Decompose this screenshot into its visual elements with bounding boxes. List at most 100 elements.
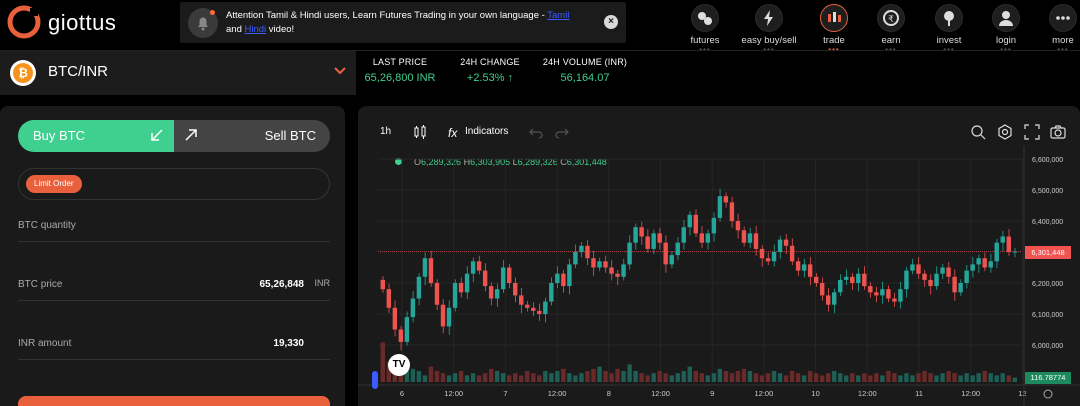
volume-bar — [940, 373, 945, 382]
volume-bar — [874, 373, 879, 382]
order-type-selector[interactable]: Limit Order — [18, 168, 330, 200]
announcement-text-part: Attention Tamil & Hindi users, Learn Fut… — [226, 10, 548, 21]
volume-bar — [651, 373, 656, 382]
stat-value: 56,164.07 — [560, 72, 610, 84]
volume-bar — [464, 375, 470, 382]
volume-bar — [771, 371, 777, 382]
candle-body — [747, 233, 753, 243]
candle-body — [807, 264, 813, 277]
volume-bar — [531, 373, 536, 382]
nav-invest[interactable]: invest ••• — [919, 0, 979, 54]
volume-bar — [711, 373, 717, 382]
volume-bar — [603, 371, 608, 382]
volume-bar — [705, 375, 711, 382]
candle-body — [573, 252, 578, 265]
candle-body — [1012, 251, 1017, 253]
candle-body — [603, 261, 608, 268]
candle-body — [862, 273, 867, 287]
buy-tab[interactable]: Buy BTC — [18, 120, 174, 152]
dots-icon — [1049, 4, 1077, 32]
candle-body — [585, 245, 590, 259]
hindi-video-link[interactable]: Hindi — [245, 24, 267, 35]
candle-body — [844, 276, 849, 280]
tamil-video-link[interactable]: Tamil — [547, 10, 569, 21]
btc-price-field[interactable]: BTC price 65,26,848 INR — [18, 271, 330, 301]
candle-body — [886, 289, 891, 299]
candle-body — [681, 227, 686, 243]
pair-name: BTC/INR — [48, 63, 108, 80]
volume-bar — [488, 368, 494, 382]
close-icon[interactable]: × — [604, 15, 618, 29]
limit-order-badge[interactable]: Limit Order — [26, 175, 82, 193]
volume-bar — [627, 364, 632, 382]
buy-label: Buy BTC — [33, 128, 86, 143]
candle-body — [464, 273, 470, 293]
stat-label: LAST PRICE — [372, 57, 428, 67]
volume-bar — [844, 375, 849, 382]
volume-bar — [639, 373, 644, 382]
nav-easy-buy-sell[interactable]: easy buy/sell ••• — [739, 0, 799, 54]
volume-bar — [561, 368, 566, 382]
volume-bar — [1000, 373, 1005, 382]
candle-body — [940, 267, 945, 274]
volume-bar — [506, 375, 512, 382]
candle-body — [543, 301, 548, 314]
submit-order-button[interactable] — [18, 396, 330, 406]
volume-bar — [952, 373, 957, 382]
x-tick-label: 10 — [811, 389, 819, 398]
tradingview-logo[interactable]: TV — [388, 354, 410, 376]
volume-bar — [789, 371, 795, 382]
nav-futures[interactable]: futures ••• — [675, 0, 735, 54]
volume-bar — [783, 375, 789, 382]
candle-body — [735, 221, 741, 231]
sell-tab[interactable]: Sell BTC — [265, 128, 316, 143]
candle-body — [633, 227, 638, 243]
candle-body — [880, 289, 885, 296]
nav-earn[interactable]: ₹ earn ••• — [861, 0, 921, 54]
btc-quantity-field[interactable]: BTC quantity — [18, 212, 330, 242]
volume-bar — [422, 375, 428, 382]
volume-bar — [519, 375, 524, 382]
volume-bar — [410, 368, 416, 382]
candle-body — [525, 304, 530, 308]
candle-body — [934, 273, 939, 287]
announcement-text-part: and — [226, 24, 245, 35]
candle-body — [952, 276, 957, 293]
candle-body — [910, 264, 915, 271]
nav-trade[interactable]: trade ••• — [804, 0, 864, 54]
volume-bar — [904, 373, 909, 382]
nav-login[interactable]: login ••• — [976, 0, 1036, 54]
volume-bar — [723, 371, 729, 382]
volume-bar — [819, 375, 825, 382]
volume-bar — [615, 368, 620, 382]
candle-body — [657, 233, 662, 243]
candle-body — [777, 239, 783, 252]
candle-body — [958, 283, 963, 293]
volume-bar — [729, 373, 735, 382]
candle-body — [567, 264, 572, 287]
volume-bar — [476, 375, 482, 382]
inr-amount-field[interactable]: INR amount 19,330 — [18, 330, 330, 360]
announcement-text: Attention Tamil & Hindi users, Learn Fut… — [226, 9, 586, 37]
volume-bar — [440, 373, 446, 382]
giottus-logo[interactable]: giottus — [6, 4, 146, 42]
candle-body — [765, 258, 771, 262]
candle-body — [771, 252, 777, 262]
candlestick-chart[interactable]: 6,600,0006,500,0006,400,0006,300,0006,20… — [358, 106, 1080, 406]
candle-body — [916, 264, 921, 274]
candle-body — [494, 289, 500, 299]
volume-bar — [838, 373, 843, 382]
candle-body — [898, 289, 903, 302]
volume-bar — [446, 375, 452, 382]
nav-more[interactable]: more ••• — [1033, 0, 1080, 54]
candle-body — [928, 279, 933, 287]
candle-body — [801, 264, 807, 271]
chart-scroll-handle[interactable] — [372, 371, 378, 389]
candle-body — [1006, 236, 1011, 252]
candle-body — [651, 233, 656, 249]
pair-selector[interactable]: ₿ BTC/INR — [0, 51, 356, 95]
candle-body — [741, 230, 747, 243]
candle-body — [621, 264, 626, 277]
volume-bar — [663, 373, 668, 382]
volume-bar — [886, 371, 891, 382]
